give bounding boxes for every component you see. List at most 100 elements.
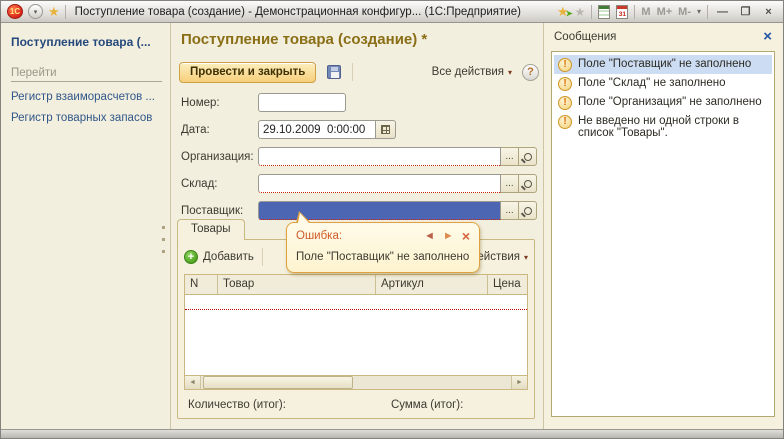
calendar-icon[interactable]: 31 bbox=[616, 4, 629, 19]
required-row-marker bbox=[185, 309, 527, 310]
scroll-left-button[interactable]: ◄ bbox=[185, 376, 201, 389]
main-menu-button[interactable]: ▾ bbox=[28, 4, 43, 19]
sidebar: Поступление товара (... Перейти Регистр … bbox=[2, 23, 171, 429]
error-tooltip: Ошибка: ◄ ► × Поле "Поставщик" не заполн… bbox=[286, 211, 480, 273]
chevron-down-icon: ▾ bbox=[507, 67, 512, 77]
column-artikul[interactable]: Артикул bbox=[376, 275, 488, 294]
warehouse-input[interactable] bbox=[258, 174, 501, 193]
warehouse-lookup-button[interactable]: ... bbox=[501, 174, 519, 193]
window-title: Поступление товара (создание) - Демонстр… bbox=[74, 5, 521, 18]
warehouse-search-button[interactable] bbox=[519, 174, 537, 193]
tab-goods[interactable]: Товары bbox=[177, 219, 245, 240]
titlebar-tools: ★ ➤ ★ 31 M M+ M- ▾ — ❐ × bbox=[557, 4, 777, 19]
messages-list[interactable]: ! Поле "Поставщик" не заполнено ! Поле "… bbox=[551, 51, 775, 417]
open-favorite-icon[interactable]: ★ bbox=[575, 5, 586, 19]
next-error-button[interactable]: ► bbox=[443, 230, 454, 242]
add-row-button[interactable]: + Добавить bbox=[184, 250, 254, 264]
search-icon bbox=[523, 206, 532, 215]
organization-input[interactable] bbox=[258, 147, 501, 166]
totals-row: Количество (итог): Сумма (итог): bbox=[188, 399, 463, 411]
warning-icon: ! bbox=[558, 77, 572, 91]
titlebar-separator bbox=[64, 4, 66, 19]
column-tovar[interactable]: Товар bbox=[218, 275, 376, 294]
supplier-lookup-button[interactable]: ... bbox=[501, 201, 519, 220]
message-item[interactable]: ! Поле "Организация" не заполнено bbox=[554, 93, 772, 112]
date-label: Дата: bbox=[181, 123, 210, 136]
scrollbar-thumb[interactable] bbox=[203, 376, 353, 389]
supplier-input[interactable] bbox=[258, 201, 501, 220]
page-title: Поступление товара (создание) * bbox=[181, 31, 428, 48]
panel-splitter-handle[interactable] bbox=[162, 226, 165, 262]
supplier-search-button[interactable] bbox=[519, 201, 537, 220]
tooltip-title: Ошибка: bbox=[296, 230, 343, 242]
sidebar-document-link[interactable]: Поступление товара (... bbox=[11, 35, 162, 49]
horizontal-scrollbar[interactable]: ◄ ► bbox=[185, 375, 527, 389]
calculator-icon[interactable] bbox=[598, 4, 611, 19]
message-item[interactable]: ! Не введено ни одной строки в список "Т… bbox=[554, 112, 772, 141]
plus-icon: + bbox=[184, 250, 198, 264]
chevron-down-icon: ▾ bbox=[33, 8, 38, 16]
messages-header: Сообщения × bbox=[544, 23, 782, 47]
search-icon bbox=[523, 179, 532, 188]
memory-m-button[interactable]: M bbox=[641, 6, 650, 18]
column-cena[interactable]: Цена bbox=[488, 275, 527, 294]
close-messages-button[interactable]: × bbox=[763, 29, 772, 44]
warning-icon: ! bbox=[558, 115, 572, 129]
message-item[interactable]: ! Поле "Склад" не заполнено bbox=[554, 74, 772, 93]
post-and-close-button[interactable]: Провести и закрыть bbox=[179, 61, 317, 83]
sidebar-section-label: Перейти bbox=[11, 67, 162, 82]
minimize-button[interactable]: — bbox=[714, 6, 731, 18]
close-button[interactable]: × bbox=[760, 6, 777, 18]
goods-table-header: N Товар Артикул Цена bbox=[185, 275, 527, 295]
green-arrow-icon: ➤ bbox=[565, 9, 573, 18]
memory-mplus-button[interactable]: M+ bbox=[657, 6, 673, 18]
memory-mminus-button[interactable]: M- bbox=[678, 6, 691, 18]
warning-icon: ! bbox=[558, 58, 572, 72]
number-label: Номер: bbox=[181, 96, 220, 109]
save-button[interactable] bbox=[324, 62, 344, 82]
quantity-total-label: Количество (итог): bbox=[188, 399, 286, 411]
warehouse-field-row: Склад: ... bbox=[181, 170, 537, 197]
date-picker-button[interactable] bbox=[376, 120, 396, 139]
chevron-down-icon: ▾ bbox=[523, 252, 528, 262]
organization-lookup-button[interactable]: ... bbox=[501, 147, 519, 166]
help-button[interactable]: ? bbox=[522, 63, 539, 81]
column-n[interactable]: N bbox=[185, 275, 218, 294]
message-item[interactable]: ! Поле "Поставщик" не заполнено bbox=[554, 55, 772, 74]
goods-table[interactable]: N Товар Артикул Цена ◄ ► bbox=[184, 274, 528, 390]
organization-field-row: Организация: ... bbox=[181, 143, 537, 170]
maximize-button[interactable]: ❐ bbox=[737, 5, 754, 18]
all-actions-button[interactable]: Все действия ▾ bbox=[432, 66, 512, 78]
organization-label: Организация: bbox=[181, 150, 254, 163]
tooltip-tail bbox=[296, 211, 311, 223]
messages-panel: Сообщения × ! Поле "Поставщик" не заполн… bbox=[543, 23, 782, 429]
floppy-icon bbox=[327, 65, 342, 79]
supplier-label: Поставщик: bbox=[181, 204, 244, 217]
close-tooltip-button[interactable]: × bbox=[462, 229, 470, 243]
form-fields: Номер: Дата: Организация: ... Склад: ... bbox=[181, 89, 537, 224]
tooltip-message: Поле "Поставщик" не заполнено bbox=[296, 251, 470, 263]
calendar-grid-icon bbox=[381, 125, 390, 134]
number-input[interactable] bbox=[258, 93, 346, 112]
search-icon bbox=[523, 152, 532, 161]
form-toolbar: Провести и закрыть Все действия ▾ ? bbox=[179, 59, 539, 85]
date-field-row: Дата: bbox=[181, 116, 537, 143]
number-field-row: Номер: bbox=[181, 89, 537, 116]
goods-table-body[interactable] bbox=[185, 296, 527, 375]
tooltip-header: Ошибка: ◄ ► × bbox=[296, 229, 470, 243]
organization-search-button[interactable] bbox=[519, 147, 537, 166]
more-tools-icon[interactable]: ▾ bbox=[697, 7, 701, 16]
1c-logo-icon: 1С bbox=[7, 4, 23, 19]
scroll-right-button[interactable]: ► bbox=[511, 376, 527, 389]
sum-total-label: Сумма (итог): bbox=[390, 399, 464, 411]
date-input[interactable] bbox=[258, 120, 376, 139]
title-bar: 1С ▾ ★ Поступление товара (создание) - Д… bbox=[1, 1, 783, 23]
window-resize-strip[interactable] bbox=[1, 429, 783, 438]
sidebar-link-settlements-register[interactable]: Регистр взаиморасчетов ... bbox=[11, 91, 162, 103]
favorites-star-icon[interactable]: ★ bbox=[48, 5, 60, 18]
prev-error-button[interactable]: ◄ bbox=[424, 230, 435, 242]
warning-icon: ! bbox=[558, 96, 572, 110]
add-favorite-icon[interactable]: ★ ➤ bbox=[557, 5, 573, 18]
app-window: 1С ▾ ★ Поступление товара (создание) - Д… bbox=[0, 0, 784, 439]
sidebar-link-stock-register[interactable]: Регистр товарных запасов bbox=[11, 112, 162, 124]
